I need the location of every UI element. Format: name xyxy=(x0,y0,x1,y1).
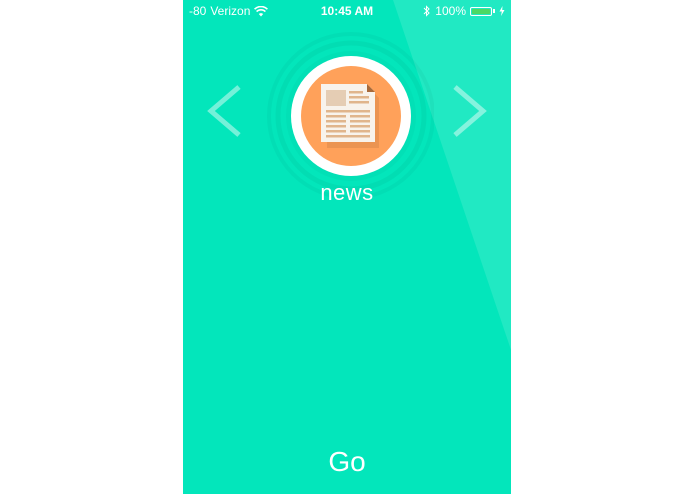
chevron-right-icon xyxy=(453,85,487,137)
battery-percent: 100% xyxy=(435,4,466,18)
previous-category-button[interactable] xyxy=(205,83,245,139)
bluetooth-icon xyxy=(423,5,431,17)
go-button[interactable]: Go xyxy=(297,440,397,484)
next-category-button[interactable] xyxy=(449,83,489,139)
battery-fill xyxy=(472,8,490,14)
charging-bolt-icon xyxy=(499,6,505,16)
category-icon-background xyxy=(301,66,401,166)
newspaper-icon xyxy=(321,84,379,148)
status-bar: -80 Verizon 10:45 AM 100% xyxy=(183,0,511,22)
chevron-left-icon xyxy=(207,85,241,137)
page: -80 Verizon 10:45 AM 100% news Go xyxy=(0,0,695,494)
battery-icon xyxy=(470,6,492,16)
app-screen: -80 Verizon 10:45 AM 100% news Go xyxy=(183,0,511,494)
category-icon-button[interactable] xyxy=(291,56,411,176)
status-right: 100% xyxy=(423,4,505,18)
category-label: news xyxy=(320,180,374,205)
battery-tip xyxy=(493,9,495,13)
